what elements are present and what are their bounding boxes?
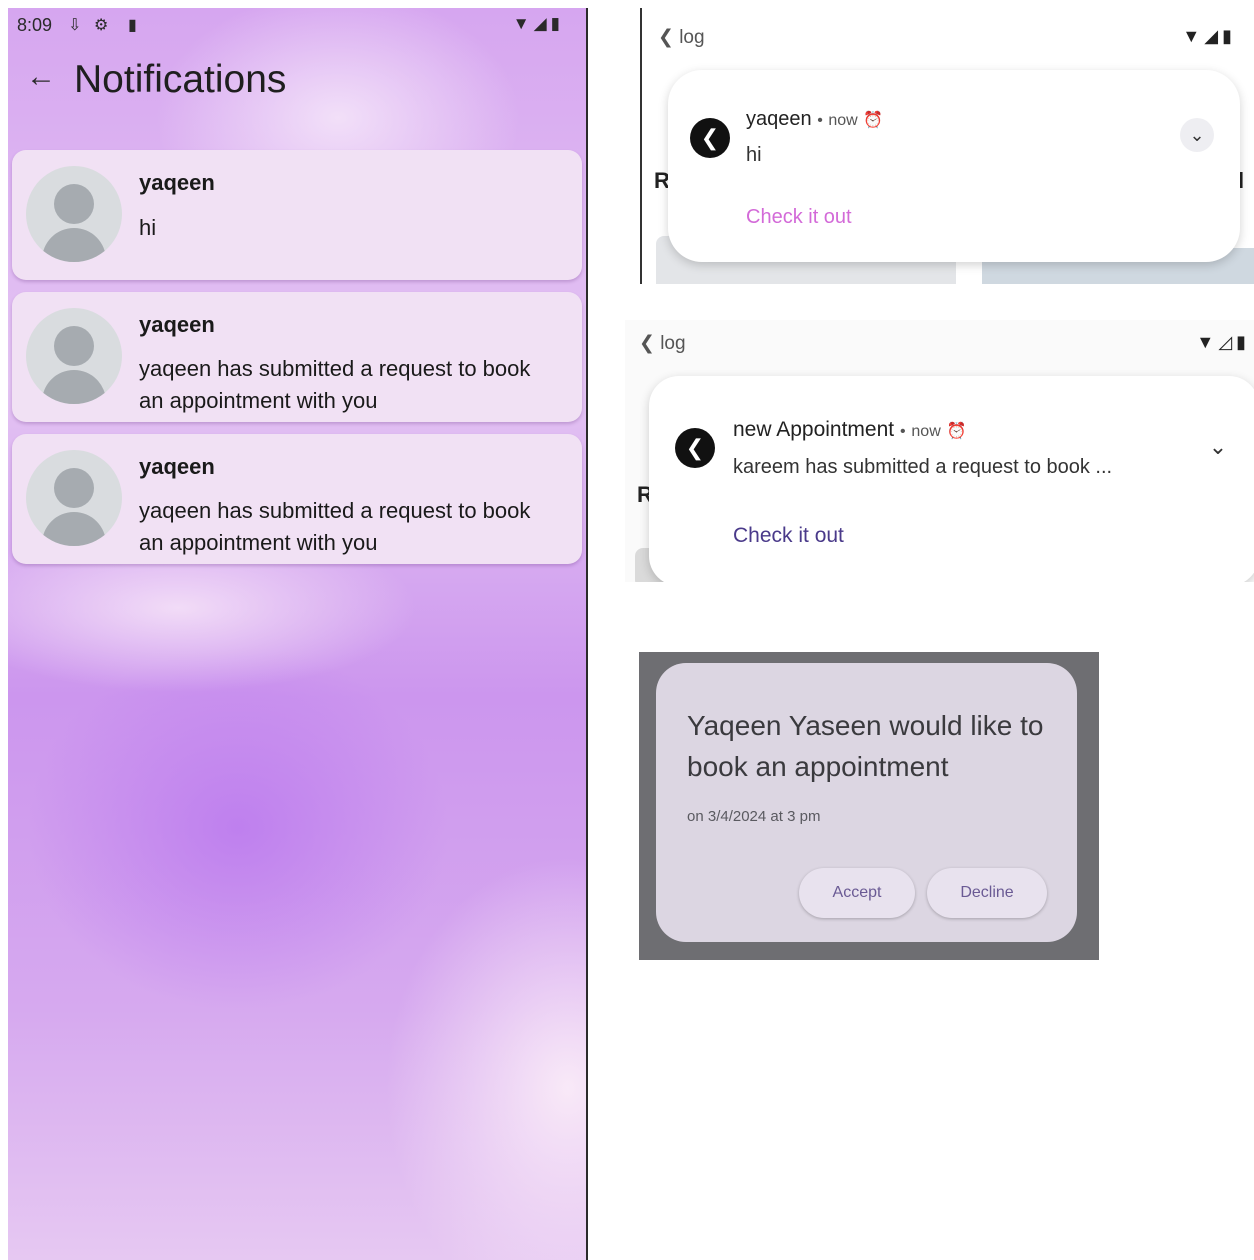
signal-icon: ◢ bbox=[533, 14, 547, 33]
signal-icon: ◢ bbox=[1204, 26, 1219, 46]
wifi-icon: ▼ bbox=[1196, 332, 1215, 352]
check-it-out-button[interactable]: Check it out bbox=[733, 524, 844, 548]
notification-item[interactable]: yaqeen hi bbox=[12, 150, 582, 280]
flutter-app-icon: ❮ bbox=[690, 118, 730, 158]
alarm-icon: ⏰ bbox=[946, 423, 967, 440]
notification-message: yaqeen has submitted a request to book a… bbox=[139, 498, 531, 555]
status-icons-right: ▼ ◿ ▮ bbox=[1196, 332, 1246, 353]
dialog-title: Yaqeen Yaseen would like to book an appo… bbox=[687, 710, 1044, 782]
accept-button[interactable]: Accept bbox=[799, 868, 915, 918]
gear-icon: ⚙ bbox=[94, 17, 109, 34]
app-bar: ← Notifications bbox=[8, 48, 586, 118]
signal-icon: ◿ bbox=[1218, 332, 1233, 352]
appointment-dialog: Yaqeen Yaseen would like to book an appo… bbox=[656, 663, 1077, 942]
download-icon: ⇩ bbox=[68, 17, 82, 34]
avatar bbox=[26, 308, 122, 404]
wifi-icon: ▼ bbox=[512, 14, 530, 33]
battery-icon: ▮ bbox=[1236, 332, 1246, 352]
expand-button[interactable]: ⌄ bbox=[1201, 430, 1235, 464]
heads-up-screenshot-2: ❮ log ▼ ◿ ▮ R ❮ new Appointment • now ⏰ … bbox=[625, 320, 1254, 582]
notification-message: yaqeen has submitted a request to book a… bbox=[139, 356, 531, 413]
decline-button[interactable]: Decline bbox=[927, 868, 1047, 918]
chevron-down-icon: ⌄ bbox=[1189, 125, 1205, 145]
page-title: Notifications bbox=[74, 58, 287, 101]
notification-body: hi bbox=[746, 144, 762, 166]
notification-item[interactable]: yaqeen yaqeen has submitted a request to… bbox=[12, 434, 582, 564]
flutter-icon: ❮ bbox=[658, 27, 674, 48]
battery-icon: ▮ bbox=[1222, 26, 1232, 46]
flutter-app-icon: ❮ bbox=[675, 428, 715, 468]
flutter-icon: ❮ bbox=[639, 333, 655, 354]
status-app: ❮ log bbox=[639, 333, 686, 354]
arrow-left-icon: ← bbox=[26, 60, 56, 93]
heads-up-screenshot-1: ❮ log ▼ ◢ ▮ R l ❮ yaqeen • now ⏰ hi Chec… bbox=[640, 8, 1254, 284]
back-button[interactable]: ← bbox=[26, 62, 56, 92]
chevron-down-icon: ⌄ bbox=[1208, 434, 1228, 459]
heads-up-notification[interactable]: ❮ yaqeen • now ⏰ hi Check it out ⌄ bbox=[668, 70, 1240, 262]
notifications-screen: 8:09 ⇩ ⚙ ▮ ▼ ◢ ▮ ← Notifications yaqeen … bbox=[8, 8, 588, 1260]
notification-sender: yaqeen bbox=[139, 312, 215, 337]
status-app: ❮ log bbox=[658, 27, 705, 48]
notification-sender: yaqeen bbox=[139, 454, 215, 479]
avatar bbox=[26, 450, 122, 546]
avatar bbox=[26, 166, 122, 262]
check-it-out-button[interactable]: Check it out bbox=[746, 206, 852, 229]
notification-title: yaqeen • now ⏰ bbox=[746, 108, 884, 130]
status-bar: 8:09 ⇩ ⚙ ▮ ▼ ◢ ▮ bbox=[8, 8, 586, 42]
notification-message: hi bbox=[139, 215, 157, 240]
status-icons-right: ▼ ◢ ▮ bbox=[1182, 26, 1232, 47]
notification-item[interactable]: yaqeen yaqeen has submitted a request to… bbox=[12, 292, 582, 422]
alarm-icon: ⏰ bbox=[863, 112, 884, 129]
sd-card-icon: ▮ bbox=[128, 17, 137, 34]
dialog-overlay: Yaqeen Yaseen would like to book an appo… bbox=[639, 652, 1099, 960]
expand-button[interactable]: ⌄ bbox=[1180, 118, 1214, 152]
battery-icon: ▮ bbox=[550, 14, 560, 33]
dialog-subtitle: on 3/4/2024 at 3 pm bbox=[687, 808, 821, 825]
notification-sender: yaqeen bbox=[139, 170, 215, 195]
status-icons-right: ▼ ◢ ▮ bbox=[513, 14, 560, 34]
wifi-icon: ▼ bbox=[1182, 26, 1201, 46]
notification-title: new Appointment • now ⏰ bbox=[733, 418, 967, 441]
heads-up-notification[interactable]: ❮ new Appointment • now ⏰ kareem has sub… bbox=[649, 376, 1254, 582]
status-time: 8:09 bbox=[17, 15, 53, 35]
notification-body: kareem has submitted a request to book .… bbox=[733, 456, 1113, 478]
